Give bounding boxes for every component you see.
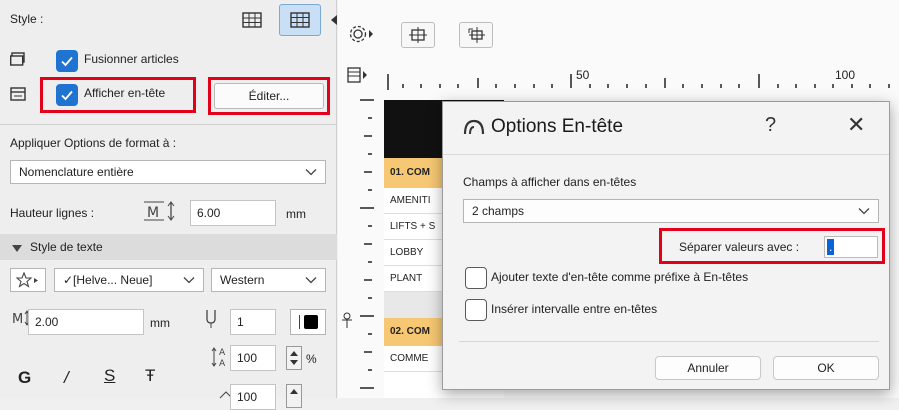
zoom-selection-button[interactable]	[459, 22, 493, 48]
merge-items-label: Fusionner articles	[84, 52, 179, 66]
prefix-checkbox-label: Ajouter texte d'en-tête comme préfixe à …	[491, 270, 749, 284]
cancel-button[interactable]: Annuler	[655, 356, 761, 380]
ruler-settings-icon[interactable]	[347, 66, 369, 87]
horizontal-ruler	[378, 64, 899, 90]
pen-color-swatch	[303, 315, 318, 329]
favorites-star-icon[interactable]	[10, 268, 46, 292]
zoom-selection-icon	[468, 27, 485, 43]
ruler-label-100: 100	[835, 68, 856, 82]
svg-text:M: M	[12, 312, 23, 326]
bold-button[interactable]: G	[18, 368, 31, 388]
italic-button[interactable]: /	[64, 368, 69, 388]
close-button[interactable]: ✕	[847, 112, 865, 138]
row-height-input[interactable]: 6.00	[190, 200, 276, 226]
width-ratio-input[interactable]: 100	[230, 384, 276, 410]
pen-color-picker[interactable]	[290, 309, 326, 335]
header-icon	[10, 87, 26, 104]
row-height-unit: mm	[286, 207, 306, 221]
prefix-checkbox[interactable]	[465, 267, 487, 289]
interval-checkbox[interactable]	[465, 299, 487, 321]
ruler-label-50: 50	[576, 68, 590, 82]
pen-divider	[298, 315, 300, 329]
font-select[interactable]: ✓[Helve... Neue]	[54, 268, 204, 292]
charset-value: Western	[220, 273, 265, 287]
title-divider	[443, 154, 889, 155]
merge-items-checkbox[interactable]	[56, 50, 78, 72]
grid-style-b-icon	[290, 12, 310, 28]
svg-text:A: A	[219, 348, 226, 358]
row-height-icon: M	[142, 199, 178, 226]
chevron-down-icon	[305, 273, 317, 287]
svg-text:M: M	[147, 205, 159, 221]
text-size-input[interactable]: 2.00	[28, 309, 144, 335]
fit-view-button[interactable]	[401, 22, 435, 48]
height-ratio-input[interactable]: 100	[230, 345, 276, 371]
edit-button[interactable]: Éditer...	[214, 83, 324, 109]
row-height-label: Hauteur lignes :	[10, 206, 95, 220]
apply-format-value: Nomenclature entière	[19, 165, 134, 179]
chevron-down-icon	[858, 204, 870, 218]
fields-value: 2 champs	[472, 204, 525, 218]
height-ratio-stepper[interactable]	[286, 346, 302, 370]
chevron-down-icon	[183, 273, 195, 287]
help-button[interactable]: ?	[765, 114, 776, 137]
style-label: Style :	[10, 12, 44, 26]
fit-view-icon	[409, 27, 427, 43]
height-ratio-unit: %	[306, 352, 317, 366]
separator-input[interactable]: .	[824, 236, 878, 258]
show-header-checkbox[interactable]	[56, 84, 78, 106]
header-options-dialog: Options En-tête ? ✕ Champs à afficher da…	[442, 101, 890, 390]
settings-gear-icon[interactable]	[348, 24, 376, 47]
width-ratio-stepper[interactable]	[286, 384, 302, 408]
collapse-triangle-icon[interactable]	[12, 242, 22, 256]
dialog-title: Options En-tête	[491, 116, 624, 137]
app-logo-icon	[463, 119, 485, 138]
pen-icon	[204, 309, 218, 332]
merge-icon	[9, 52, 26, 69]
text-size-unit: mm	[150, 316, 170, 330]
grid-style-a-icon[interactable]	[236, 6, 268, 34]
strikethrough-button[interactable]: Ŧ	[145, 366, 155, 386]
ok-button[interactable]: OK	[773, 356, 879, 380]
pen-input[interactable]: 1	[230, 309, 276, 335]
separator-value: .	[827, 239, 835, 255]
text-style-label: Style de texte	[30, 240, 103, 254]
apply-format-select[interactable]: Nomenclature entière	[10, 160, 326, 184]
fields-label: Champs à afficher dans en-têtes	[463, 175, 637, 189]
fields-select[interactable]: 2 champs	[463, 199, 879, 223]
buttons-divider	[459, 341, 879, 342]
ruler-anchor-icon	[341, 312, 353, 333]
panel-collapse-icon[interactable]	[331, 14, 337, 28]
divider	[0, 124, 337, 125]
charset-select[interactable]: Western	[211, 268, 326, 292]
show-header-label: Afficher en-tête	[84, 86, 166, 100]
svg-text:A: A	[219, 359, 226, 368]
underline-button[interactable]: S	[104, 366, 115, 386]
interval-checkbox-label: Insérer intervalle entre en-têtes	[491, 302, 658, 316]
chevron-down-icon	[305, 165, 317, 179]
vertical-ruler	[352, 90, 374, 398]
separator-label: Séparer valeurs avec :	[679, 240, 800, 254]
height-ratio-icon: AA	[210, 346, 230, 371]
apply-format-label: Appliquer Options de format à :	[10, 136, 177, 150]
font-value: ✓[Helve... Neue]	[63, 273, 153, 287]
grid-style-b-button[interactable]	[279, 4, 321, 36]
settings-panel: Style : Fusionner articles Afficher en-t…	[0, 0, 337, 410]
